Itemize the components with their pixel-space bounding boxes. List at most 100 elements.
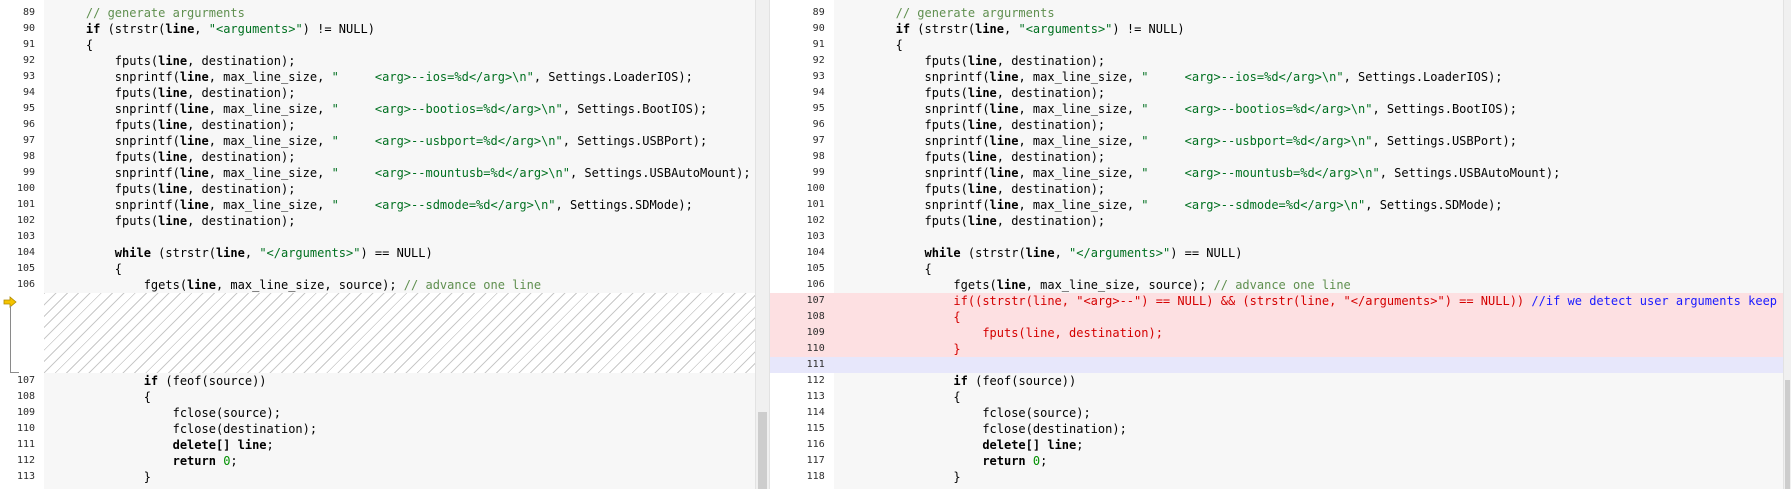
code-text: fputs(line, destination); bbox=[867, 85, 1106, 101]
code-line[interactable]: 106 fgets(line, max_line_size, source); … bbox=[0, 277, 755, 293]
code-line[interactable]: 101 snprintf(line, max_line_size, " <arg… bbox=[0, 197, 755, 213]
code-line[interactable]: 107 if (feof(source)) bbox=[0, 373, 755, 389]
code-line[interactable]: 95 snprintf(line, max_line_size, " <arg>… bbox=[770, 101, 1783, 117]
code-token: , Settings.SDMode); bbox=[555, 198, 693, 212]
code-line[interactable]: 114 fclose(source); bbox=[770, 405, 1783, 421]
code-token: line bbox=[967, 214, 997, 228]
code-token: // generate argurments bbox=[866, 6, 1055, 20]
code-line[interactable]: 101 snprintf(line, max_line_size, " <arg… bbox=[770, 197, 1783, 213]
code-token: fputs( bbox=[866, 214, 968, 228]
line-number: 95 bbox=[22, 103, 35, 114]
code-line[interactable]: 99 snprintf(line, max_line_size, " <arg>… bbox=[0, 165, 755, 181]
code-line[interactable]: 110 fclose(destination); bbox=[0, 421, 755, 437]
line-number: 106 bbox=[806, 279, 825, 290]
right-vertical-scrollbar[interactable] bbox=[1783, 0, 1791, 489]
code-line[interactable]: 100 fputs(line, destination); bbox=[0, 181, 755, 197]
code-line[interactable]: 102 fputs(line, destination); bbox=[770, 213, 1783, 229]
code-line[interactable]: 108 { bbox=[0, 389, 755, 405]
code-line[interactable]: 113 } bbox=[0, 469, 755, 485]
code-line[interactable]: 105 { bbox=[0, 261, 755, 277]
code-line[interactable]: 94 fputs(line, destination); bbox=[770, 85, 1783, 101]
code-token: if bbox=[866, 22, 911, 36]
code-line[interactable]: 96 fputs(line, destination); bbox=[0, 117, 755, 133]
code-token: fputs( bbox=[57, 150, 159, 164]
code-text: return 0; bbox=[57, 453, 238, 469]
code-token: line bbox=[179, 102, 209, 116]
code-line[interactable]: 91 { bbox=[0, 37, 755, 53]
code-text: fputs(line, destination); bbox=[867, 149, 1106, 165]
code-token: { bbox=[866, 262, 932, 276]
code-line[interactable]: 102 fputs(line, destination); bbox=[0, 213, 755, 229]
code-line[interactable]: 93 snprintf(line, max_line_size, " <arg>… bbox=[0, 69, 755, 85]
code-line[interactable]: 105 { bbox=[770, 261, 1783, 277]
code-token: " <arg>--ios=%d</arg>\n" bbox=[331, 70, 534, 84]
code-line[interactable]: 97 snprintf(line, max_line_size, " <arg>… bbox=[770, 133, 1783, 149]
code-line[interactable]: 115 fclose(destination); bbox=[770, 421, 1783, 437]
line-number: 94 bbox=[22, 87, 35, 98]
code-line[interactable]: 104 while (strstr(line, "</arguments>") … bbox=[770, 245, 1783, 261]
code-token: " <arg>--mountusb=%d</arg>\n" bbox=[331, 166, 570, 180]
code-line[interactable]: 110 } bbox=[769, 341, 1784, 357]
code-line[interactable]: 118 } bbox=[770, 469, 1783, 485]
code-token: , destination); bbox=[996, 54, 1106, 68]
code-line[interactable]: 90 if (strstr(line, "<arguments>") != NU… bbox=[770, 21, 1783, 37]
line-number: 113 bbox=[16, 471, 35, 482]
code-token: { bbox=[866, 38, 903, 52]
code-line[interactable]: 111 bbox=[769, 357, 1784, 373]
code-text: snprintf(line, max_line_size, " <arg>--m… bbox=[57, 165, 751, 181]
code-token: delete[] bbox=[57, 438, 231, 452]
code-token: line bbox=[989, 166, 1019, 180]
right-scrollbar-thumb[interactable] bbox=[1785, 380, 1790, 489]
code-line[interactable]: 103 bbox=[0, 229, 755, 245]
code-line[interactable]: 90 if (strstr(line, "<arguments>") != NU… bbox=[0, 21, 755, 37]
code-line[interactable]: 98 fputs(line, destination); bbox=[0, 149, 755, 165]
code-text: } bbox=[867, 341, 960, 357]
code-line[interactable]: 108 { bbox=[769, 309, 1784, 325]
code-line[interactable]: 104 while (strstr(line, "</arguments>") … bbox=[0, 245, 755, 261]
code-line[interactable]: 116 delete[] line; bbox=[770, 437, 1783, 453]
code-line[interactable]: 99 snprintf(line, max_line_size, " <arg>… bbox=[770, 165, 1783, 181]
code-text: fputs(line, destination); bbox=[867, 117, 1106, 133]
code-line[interactable]: 98 fputs(line, destination); bbox=[770, 149, 1783, 165]
code-line[interactable]: 113 { bbox=[770, 389, 1783, 405]
code-line[interactable]: 112 if (feof(source)) bbox=[770, 373, 1783, 389]
line-number: 103 bbox=[806, 231, 825, 242]
code-token: , max_line_size, source); bbox=[215, 278, 404, 292]
code-line[interactable]: 95 snprintf(line, max_line_size, " <arg>… bbox=[0, 101, 755, 117]
line-number: 91 bbox=[812, 39, 825, 50]
code-line[interactable]: 109 fputs(line, destination); bbox=[769, 325, 1784, 341]
code-line[interactable]: 89 // generate argurments bbox=[770, 5, 1783, 21]
code-token: // advance one line bbox=[403, 278, 542, 292]
left-vertical-scrollbar[interactable] bbox=[754, 0, 770, 489]
code-token: , max_line_size, bbox=[1018, 134, 1142, 148]
code-line[interactable]: 103 bbox=[770, 229, 1783, 245]
code-line[interactable]: 106 fgets(line, max_line_size, source); … bbox=[770, 277, 1783, 293]
code-line[interactable]: 92 fputs(line, destination); bbox=[770, 53, 1783, 69]
right-code-pane[interactable]: 89 // generate argurments 90 if (strstr(l… bbox=[769, 0, 1784, 489]
line-number: 93 bbox=[812, 71, 825, 82]
code-line[interactable]: 109 fclose(source); bbox=[0, 405, 755, 421]
code-line[interactable]: 111 delete[] line; bbox=[0, 437, 755, 453]
code-text: { bbox=[57, 37, 93, 53]
code-line[interactable]: 92 fputs(line, destination); bbox=[0, 53, 755, 69]
code-token: delete[] bbox=[866, 438, 1041, 452]
code-line[interactable]: 94 fputs(line, destination); bbox=[0, 85, 755, 101]
code-text: snprintf(line, max_line_size, " <arg>--s… bbox=[867, 197, 1503, 213]
code-line[interactable]: 97 snprintf(line, max_line_size, " <arg>… bbox=[0, 133, 755, 149]
line-number: 115 bbox=[806, 423, 825, 434]
code-token: fputs(line, destination); bbox=[866, 326, 1163, 340]
code-line[interactable]: 96 fputs(line, destination); bbox=[770, 117, 1783, 133]
code-token: , destination); bbox=[996, 118, 1106, 132]
code-line[interactable]: 100 fputs(line, destination); bbox=[770, 181, 1783, 197]
code-line[interactable]: 112 return 0; bbox=[0, 453, 755, 469]
code-token: line bbox=[179, 134, 209, 148]
code-line[interactable]: 91 { bbox=[770, 37, 1783, 53]
code-line[interactable]: 107 if((strstr(line, "<arg>--") == NULL)… bbox=[769, 293, 1784, 309]
code-line[interactable]: 89 // generate argurments bbox=[0, 5, 755, 21]
left-scrollbar-thumb[interactable] bbox=[757, 412, 767, 489]
code-line[interactable]: 93 snprintf(line, max_line_size, " <arg>… bbox=[770, 69, 1783, 85]
code-line[interactable]: 117 return 0; bbox=[770, 453, 1783, 469]
left-code-pane[interactable]: 89 // generate argurments 90 if (strstr(l… bbox=[0, 0, 755, 489]
